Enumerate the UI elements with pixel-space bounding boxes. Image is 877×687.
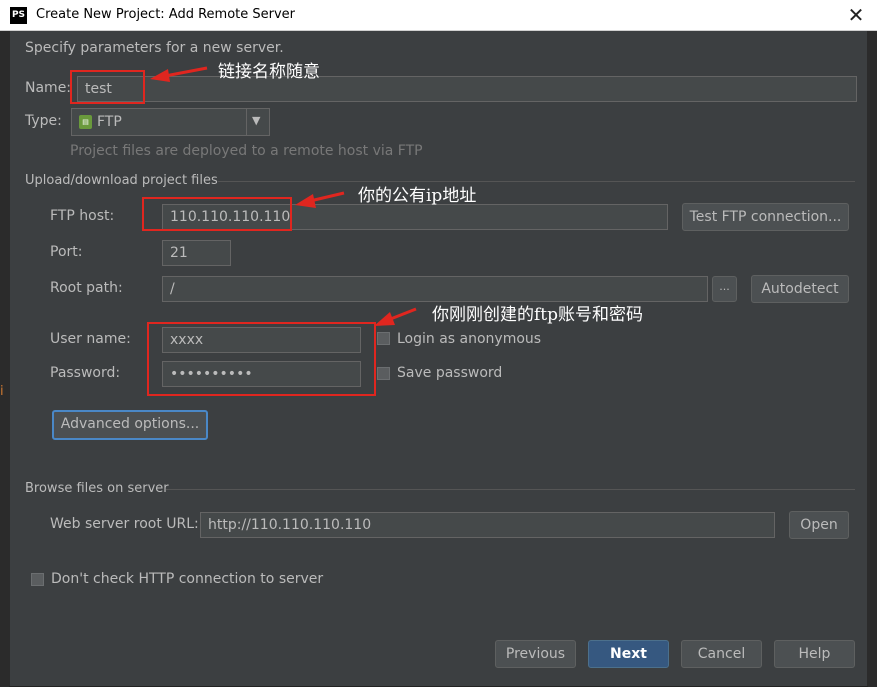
annotation-host-note: 你的公有ip地址 — [358, 186, 477, 206]
annotation-account-note: 你刚刚创建的ftp账号和密码 — [432, 305, 644, 325]
arrow-icon — [295, 191, 345, 208]
annotation-arrows — [150, 66, 417, 326]
arrow-icon — [150, 66, 208, 82]
arrow-icon — [374, 307, 417, 326]
annotation-name-note: 链接名称随意 — [218, 62, 320, 82]
